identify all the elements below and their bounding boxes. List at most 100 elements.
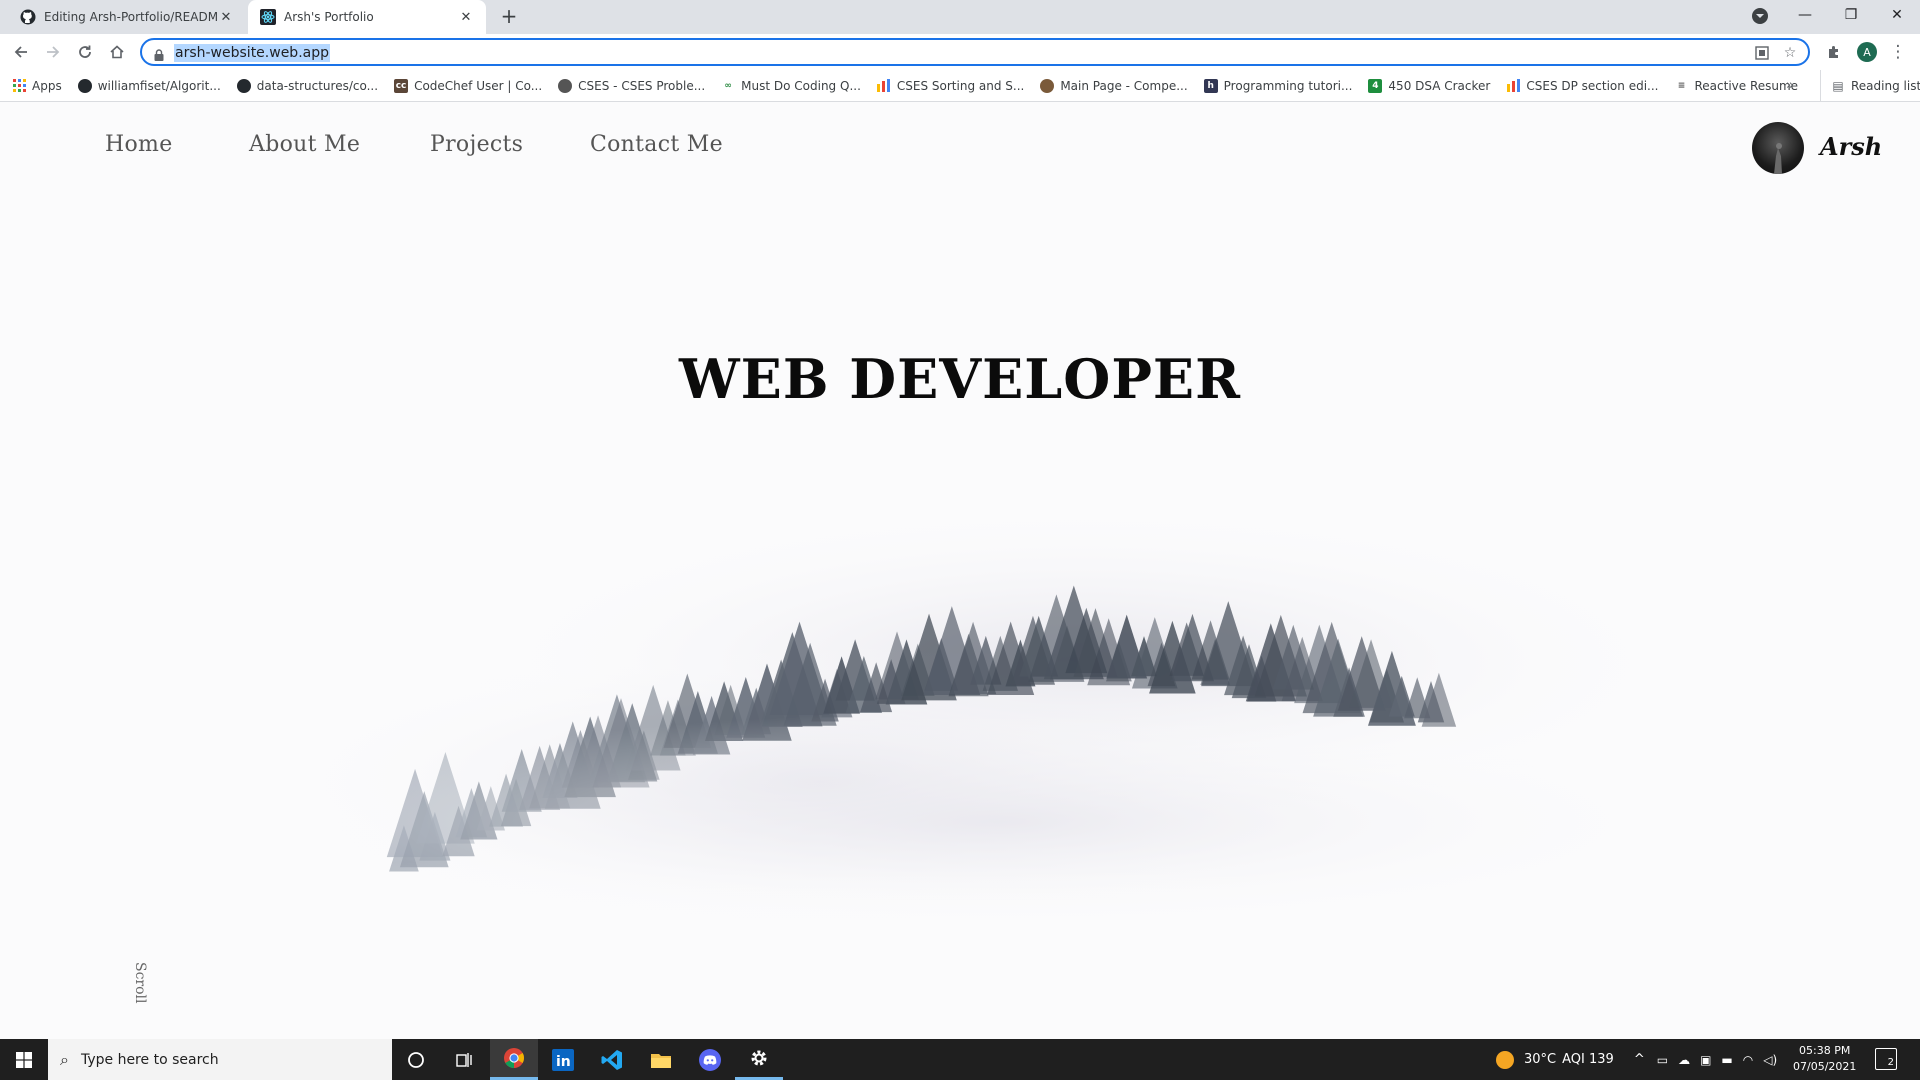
bookmark-data-structures[interactable]: data-structures/co...: [229, 72, 386, 100]
github-icon: [20, 9, 36, 25]
taskbar-clock[interactable]: 05:38 PM 07/05/2021: [1793, 1043, 1856, 1075]
close-tab-icon[interactable]: ✕: [218, 9, 234, 25]
bookmark-codechef[interactable]: cc CodeChef User | Co...: [386, 72, 550, 100]
tab-search-icon[interactable]: [1752, 8, 1768, 24]
search-icon: ⌕: [60, 1049, 69, 1069]
dsa-cracker-icon: 4: [1368, 78, 1383, 93]
home-icon[interactable]: [105, 40, 129, 64]
weather-temperature[interactable]: 30°C: [1524, 1052, 1556, 1067]
cp-algorithms-icon: [1040, 78, 1055, 93]
clock-date: 07/05/2021: [1793, 1060, 1857, 1073]
extensions-puzzle-icon[interactable]: [1822, 40, 1846, 64]
misty-forest-background: [0, 502, 1920, 1039]
minimize-button[interactable]: —: [1782, 0, 1828, 30]
chevron-double-right-icon[interactable]: »: [1786, 78, 1794, 93]
vscode-taskbar-icon[interactable]: [588, 1039, 636, 1080]
restore-button[interactable]: ❐: [1828, 0, 1874, 30]
tab-title: Arsh's Portfolio: [284, 10, 374, 24]
brand-logo-text[interactable]: Arsh: [1820, 132, 1882, 161]
system-tray: 30°C AQI 139 ^ ▭ ☁ ▣ ▬ ◠ ◁): [1496, 1039, 1777, 1080]
reading-list-label: Reading list: [1851, 79, 1920, 93]
bookmark-label: 450 DSA Cracker: [1388, 78, 1491, 93]
scroll-indicator[interactable]: Scroll: [62, 962, 148, 1039]
codechef-icon: cc: [394, 78, 409, 93]
back-arrow-icon[interactable]: [9, 40, 33, 64]
weather-aqi[interactable]: AQI 139: [1562, 1052, 1614, 1067]
geeksforgeeks-icon: ∞: [724, 80, 732, 91]
nav-about-link[interactable]: About Me: [249, 132, 360, 157]
nav-contact-link[interactable]: Contact Me: [590, 132, 723, 157]
bookmarks-bar: Apps williamfiset/Algorit... data-struct…: [0, 70, 1920, 102]
bar-chart-icon: [1506, 79, 1520, 93]
volume-icon[interactable]: ◁): [1763, 1053, 1777, 1067]
action-center-button[interactable]: 2: [1875, 1048, 1897, 1070]
bookmark-cses-dp[interactable]: CSES DP section edi...: [1498, 72, 1666, 100]
bookmark-cses[interactable]: CSES - CSES Proble...: [550, 72, 713, 100]
bookmark-label: CSES Sorting and S...: [896, 78, 1025, 93]
profile-avatar-photo[interactable]: [1752, 122, 1804, 174]
bookmark-label: Programming tutori...: [1223, 78, 1353, 93]
bookmark-label: Must Do Coding Q...: [741, 78, 861, 93]
windows-start-button[interactable]: [0, 1039, 48, 1080]
reading-list-icon: ▤: [1832, 79, 1844, 93]
bookmark-williamfiset[interactable]: williamfiset/Algorit...: [70, 72, 229, 100]
weather-sun-icon[interactable]: [1496, 1050, 1514, 1069]
nav-projects-link[interactable]: Projects: [430, 132, 523, 157]
tab-github-readme[interactable]: Editing Arsh-Portfolio/README.m ✕: [8, 0, 246, 34]
taskbar-search-placeholder: Type here to search: [80, 1051, 219, 1068]
bar-chart-icon: [877, 79, 891, 93]
address-bar[interactable]: arsh-website.web.app ☆: [140, 38, 1810, 66]
bookmark-apps[interactable]: Apps: [0, 72, 70, 100]
close-window-button[interactable]: ✕: [1874, 0, 1920, 30]
close-tab-icon[interactable]: ✕: [458, 9, 474, 25]
bookmark-must-do-coding[interactable]: ∞ Must Do Coding Q...: [713, 72, 869, 100]
cortana-icon[interactable]: [392, 1039, 440, 1080]
nav-home-link[interactable]: Home: [105, 132, 173, 157]
tab-strip: Editing Arsh-Portfolio/README.m ✕ Arsh's…: [0, 0, 1920, 34]
bookmark-label: data-structures/co...: [256, 78, 379, 93]
github-icon: [236, 78, 251, 93]
bookmark-cp-algorithms[interactable]: Main Page - Compe...: [1032, 72, 1195, 100]
display-icon[interactable]: ▣: [1700, 1053, 1711, 1067]
wifi-icon[interactable]: ◠: [1743, 1053, 1753, 1067]
menu-kebab-icon[interactable]: ⋮: [1886, 40, 1910, 64]
url-text[interactable]: arsh-website.web.app: [174, 44, 330, 62]
chrome-taskbar-icon[interactable]: [490, 1039, 538, 1080]
bookmark-450-dsa[interactable]: 4 450 DSA Cracker: [1360, 72, 1498, 100]
onedrive-cloud-icon[interactable]: ☁: [1678, 1053, 1690, 1067]
bookmark-label: williamfiset/Algorit...: [97, 78, 221, 93]
notification-count: 2: [1887, 1057, 1894, 1068]
linkedin-taskbar-icon[interactable]: in: [539, 1039, 587, 1080]
tray-chevron-up-icon[interactable]: ^: [1634, 1052, 1645, 1067]
bookmark-label: Reactive Resume: [1694, 78, 1799, 93]
lock-icon[interactable]: [154, 46, 164, 61]
bookmark-label: Main Page - Compe...: [1060, 78, 1188, 93]
reading-list-button[interactable]: ▤ Reading list: [1820, 70, 1920, 102]
taskbar-search-box[interactable]: ⌕ Type here to search: [48, 1039, 392, 1080]
bookmark-programming-tutorials[interactable]: h Programming tutori...: [1196, 72, 1361, 100]
task-view-icon[interactable]: [440, 1039, 488, 1080]
battery-icon[interactable]: ▬: [1721, 1053, 1732, 1067]
reload-icon[interactable]: [73, 40, 97, 64]
tab-arsh-portfolio[interactable]: Arsh's Portfolio ✕: [248, 0, 486, 34]
bookmark-cses-sorting[interactable]: CSES Sorting and S...: [869, 72, 1032, 100]
svg-text:in: in: [556, 1054, 571, 1070]
meet-now-icon[interactable]: ▭: [1657, 1053, 1668, 1067]
install-app-icon[interactable]: [1754, 45, 1770, 61]
globe-icon: [558, 78, 573, 93]
new-tab-button[interactable]: +: [498, 6, 520, 28]
clock-time: 05:38 PM: [1799, 1044, 1851, 1057]
forward-arrow-icon[interactable]: [41, 40, 65, 64]
bookmark-label: Apps: [32, 78, 62, 93]
site-navbar: Home About Me Projects Contact Me Arsh: [0, 102, 1920, 192]
react-icon: [260, 9, 276, 25]
settings-gear-taskbar-icon[interactable]: [735, 1039, 783, 1080]
bookmark-label: CSES DP section edi...: [1526, 78, 1659, 93]
discord-taskbar-icon[interactable]: [686, 1039, 734, 1080]
portfolio-page: Home About Me Projects Contact Me Arsh W…: [0, 102, 1920, 1039]
bookmark-label: CodeChef User | Co...: [414, 78, 543, 93]
apps-grid-icon: [12, 79, 26, 93]
bookmark-star-icon[interactable]: ☆: [1782, 45, 1798, 61]
profile-avatar[interactable]: A: [1857, 42, 1877, 62]
file-explorer-taskbar-icon[interactable]: [637, 1039, 685, 1080]
